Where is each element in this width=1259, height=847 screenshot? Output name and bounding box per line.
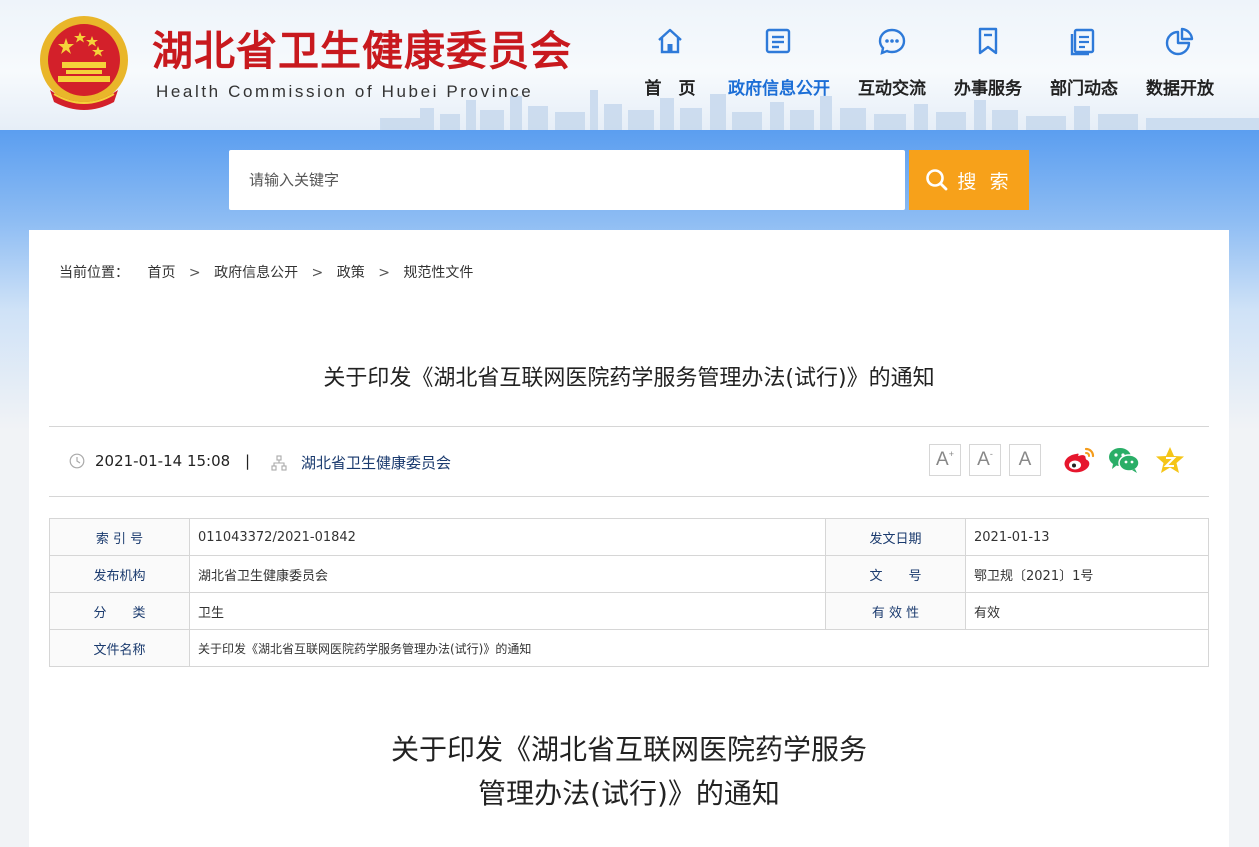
- national-emblem-logo: [40, 16, 128, 110]
- breadcrumb-home[interactable]: 首页: [147, 265, 175, 281]
- nav-label: 首 页: [644, 79, 696, 99]
- search-button[interactable]: 搜 索: [909, 150, 1029, 210]
- news-icon: [1070, 28, 1095, 56]
- publish-source: 湖北省卫生健康委员会: [271, 452, 451, 473]
- site-header: 湖北省卫生健康委员会 Health Commission of Hubei Pr…: [0, 0, 1259, 130]
- font-increase-button[interactable]: A +: [929, 444, 961, 476]
- nav-label: 数据开放: [1146, 79, 1214, 99]
- clock-icon: [69, 453, 85, 469]
- document-info-table: 索 引 号 011043372/2021-01842 发文日期 2021-01-…: [49, 518, 1209, 667]
- nav-label: 办事服务: [954, 79, 1022, 99]
- search-button-label: 搜 索: [957, 171, 1013, 193]
- content-card: 当前位置： 首页 > 政府信息公开 > 政策 > 规范性文件 关于印发《湖北省互…: [29, 230, 1229, 847]
- wechat-icon[interactable]: [1107, 445, 1141, 475]
- nav-item-dept-news[interactable]: 部门动态: [1034, 26, 1134, 106]
- nav-item-interaction[interactable]: 互动交流: [842, 26, 942, 106]
- nav-label: 互动交流: [858, 79, 926, 99]
- file-name-value: 关于印发《湖北省互联网医院药学服务管理办法(试行)》的通知: [189, 629, 1209, 667]
- category-value: 卫生: [189, 592, 826, 630]
- nav-item-gov-info[interactable]: 政府信息公开: [728, 26, 830, 106]
- nav-item-home[interactable]: 首 页: [620, 26, 720, 106]
- pie-chart-icon: [1165, 27, 1194, 56]
- nav-label: 政府信息公开: [728, 79, 830, 99]
- home-icon: [658, 28, 682, 54]
- source-text: 湖北省卫生健康委员会: [301, 454, 452, 472]
- breadcrumb-prefix: 当前位置：: [59, 265, 129, 281]
- table-row: 文件名称 关于印发《湖北省互联网医院药学服务管理办法(试行)》的通知: [49, 629, 1209, 667]
- breadcrumb-separator: >: [378, 265, 390, 281]
- breadcrumb-normative-docs[interactable]: 规范性文件: [403, 265, 473, 281]
- search-icon: [926, 169, 948, 191]
- breadcrumb-gov-info[interactable]: 政府信息公开: [214, 265, 298, 281]
- nav-label: 部门动态: [1050, 79, 1118, 99]
- breadcrumb-policy[interactable]: 政策: [337, 265, 365, 281]
- datetime-text: 2021-01-14 15:08: [95, 452, 231, 470]
- article-title-line2: 管理办法(试行)》的通知: [478, 777, 780, 810]
- font-reset-button[interactable]: A: [1009, 444, 1041, 476]
- doc-number-label: 文 号: [825, 555, 966, 593]
- site-subtitle: Health Commission of Hubei Province: [156, 82, 534, 101]
- table-row: 发布机构 湖北省卫生健康委员会 文 号 鄂卫规〔2021〕1号: [49, 555, 1209, 593]
- favorite-icon[interactable]: [1153, 445, 1187, 475]
- index-number-label: 索 引 号: [49, 518, 190, 556]
- article-title-line1: 关于印发《湖北省互联网医院药学服务: [390, 733, 867, 766]
- issue-date-value: 2021-01-13: [965, 518, 1209, 556]
- category-label: 分 类: [49, 592, 190, 630]
- document-meta-bar: 2021-01-14 15:08 | 湖北省卫生健康委员会 A + A- A: [49, 426, 1209, 497]
- issue-date-label: 发文日期: [825, 518, 966, 556]
- chat-icon: [878, 28, 906, 55]
- validity-label: 有 效 性: [825, 592, 966, 630]
- article-title: 关于印发《湖北省互联网医院药学服务 管理办法(试行)》的通知: [29, 728, 1229, 816]
- meta-divider: |: [245, 452, 251, 470]
- weibo-icon[interactable]: [1062, 445, 1096, 475]
- font-decrease-button[interactable]: A-: [969, 444, 1001, 476]
- search-input[interactable]: [229, 150, 905, 210]
- publish-datetime: 2021-01-14 15:08: [69, 452, 230, 470]
- index-number-value: 011043372/2021-01842: [189, 518, 826, 556]
- document-title: 关于印发《湖北省互联网医院药学服务管理办法(试行)》的通知: [323, 366, 935, 391]
- table-row: 分 类 卫生 有 效 性 有效: [49, 592, 1209, 630]
- document-icon: [765, 28, 791, 54]
- bookmark-icon: [978, 27, 998, 55]
- breadcrumb-separator: >: [311, 265, 324, 281]
- file-name-label: 文件名称: [49, 629, 190, 667]
- nav-item-services[interactable]: 办事服务: [938, 26, 1038, 106]
- nav-item-open-data[interactable]: 数据开放: [1130, 26, 1230, 106]
- breadcrumb-separator: >: [188, 265, 201, 281]
- publisher-label: 发布机构: [49, 555, 190, 593]
- site-title: 湖北省卫生健康委员会: [152, 27, 572, 75]
- publisher-value: 湖北省卫生健康委员会: [189, 555, 826, 593]
- organization-icon: [271, 454, 287, 471]
- table-row: 索 引 号 011043372/2021-01842 发文日期 2021-01-…: [49, 518, 1209, 556]
- validity-value: 有效: [965, 592, 1209, 630]
- doc-number-value: 鄂卫规〔2021〕1号: [965, 555, 1209, 593]
- breadcrumb: 当前位置： 首页 > 政府信息公开 > 政策 > 规范性文件: [59, 262, 473, 282]
